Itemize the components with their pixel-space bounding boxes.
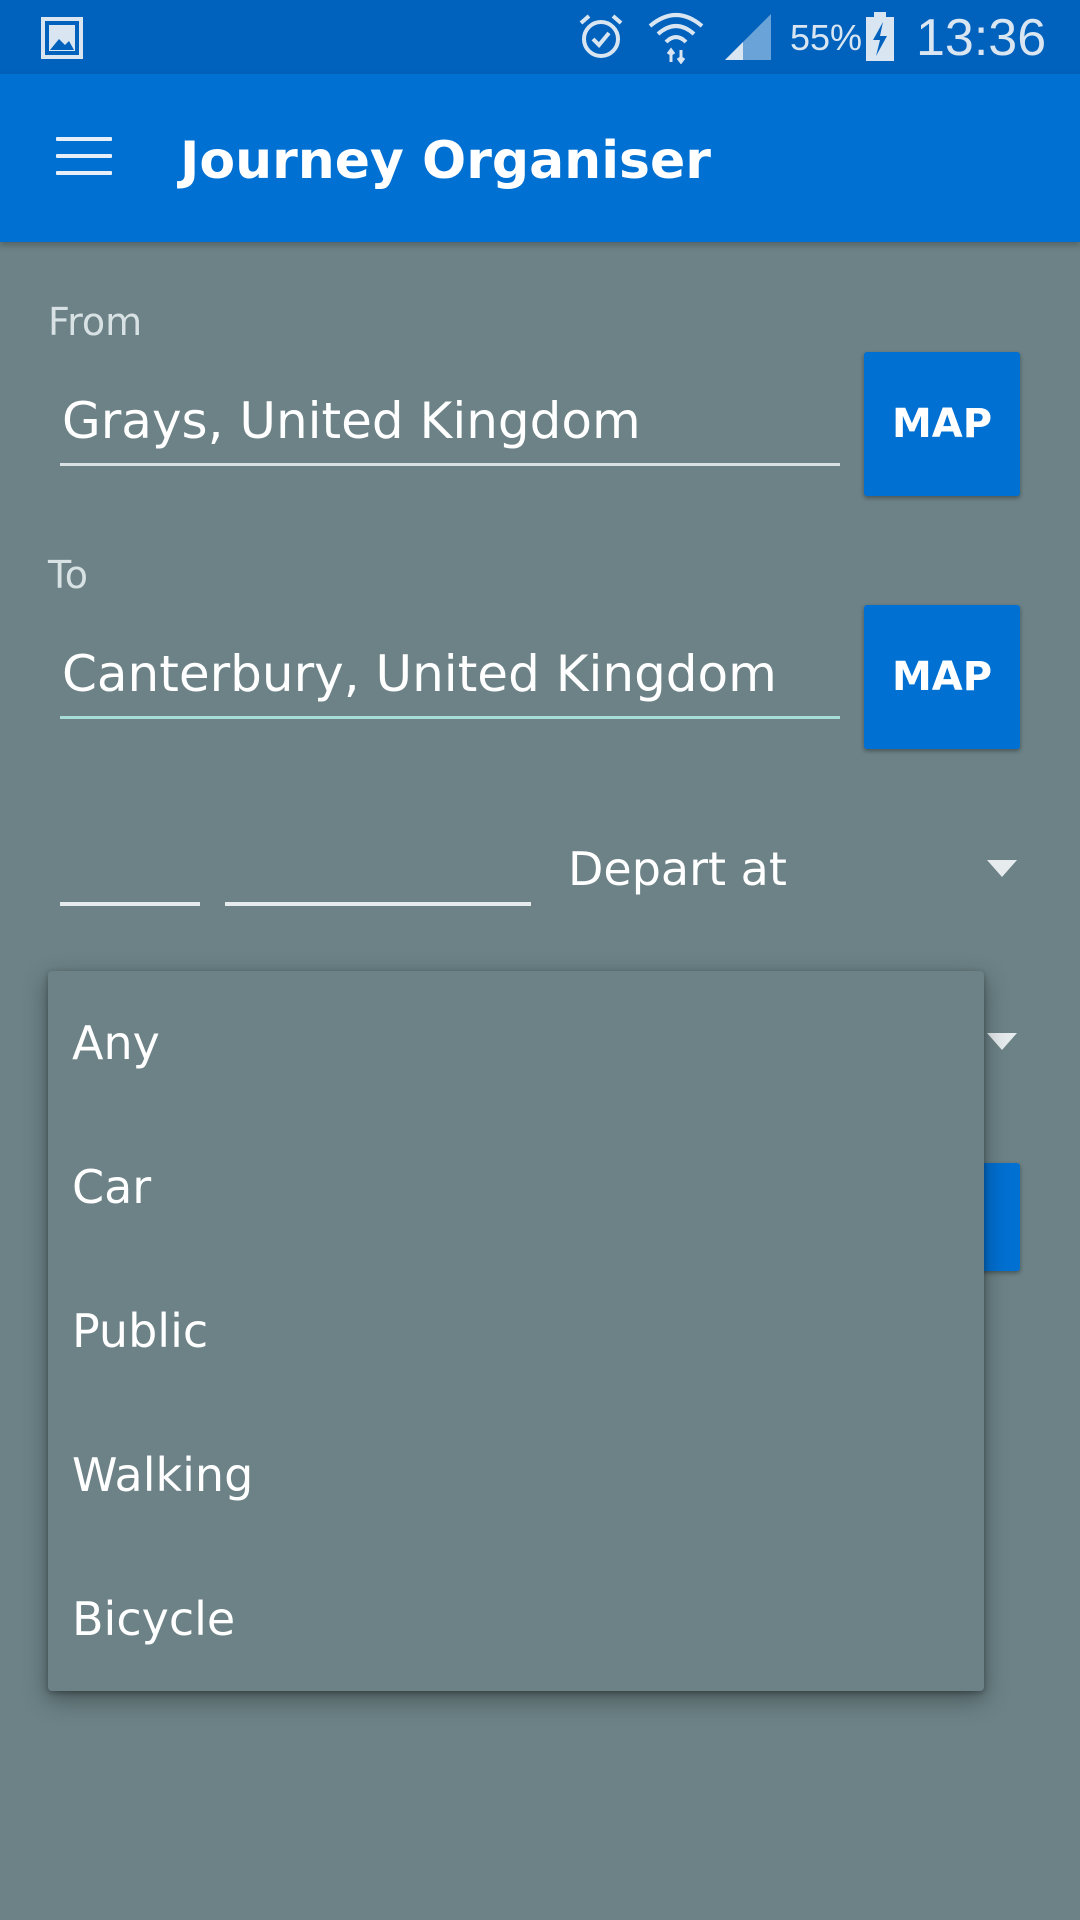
page-title: Journey Organiser	[180, 131, 711, 191]
from-input[interactable]: Grays, United Kingdom	[60, 386, 840, 466]
menu-button[interactable]	[40, 112, 128, 200]
dropdown-option-car[interactable]: Car	[48, 1115, 984, 1259]
dropdown-option-walking[interactable]: Walking	[48, 1403, 984, 1547]
to-input[interactable]: Canterbury, United Kingdom	[60, 639, 840, 719]
chevron-down-icon[interactable]	[987, 860, 1017, 877]
dropdown-option-bicycle[interactable]: Bicycle	[48, 1547, 984, 1691]
dropdown-option-any[interactable]: Any	[48, 971, 984, 1115]
dropdown-option-public[interactable]: Public	[48, 1259, 984, 1403]
to-map-button[interactable]: MAP	[864, 605, 1020, 749]
alarm-icon	[576, 12, 626, 62]
from-label: From	[48, 300, 143, 344]
clock: 13:36	[916, 9, 1047, 67]
transport-dropdown: Any Car Public Walking Bicycle	[48, 971, 984, 1691]
battery-charging-icon	[864, 12, 896, 62]
from-map-button[interactable]: MAP	[864, 352, 1020, 496]
date-input[interactable]	[60, 902, 200, 906]
gallery-icon	[40, 16, 84, 60]
transport-chevron-down-icon[interactable]	[987, 1033, 1017, 1050]
status-bar: 55% 13:36	[0, 0, 1080, 74]
time-input[interactable]	[225, 902, 531, 906]
to-label: To	[48, 553, 89, 597]
time-mode-spinner[interactable]: Depart at	[568, 842, 787, 896]
battery-percent: 55%	[790, 17, 863, 58]
signal-icon	[722, 12, 774, 62]
menu-icon	[56, 137, 112, 175]
wifi-icon	[646, 10, 706, 64]
